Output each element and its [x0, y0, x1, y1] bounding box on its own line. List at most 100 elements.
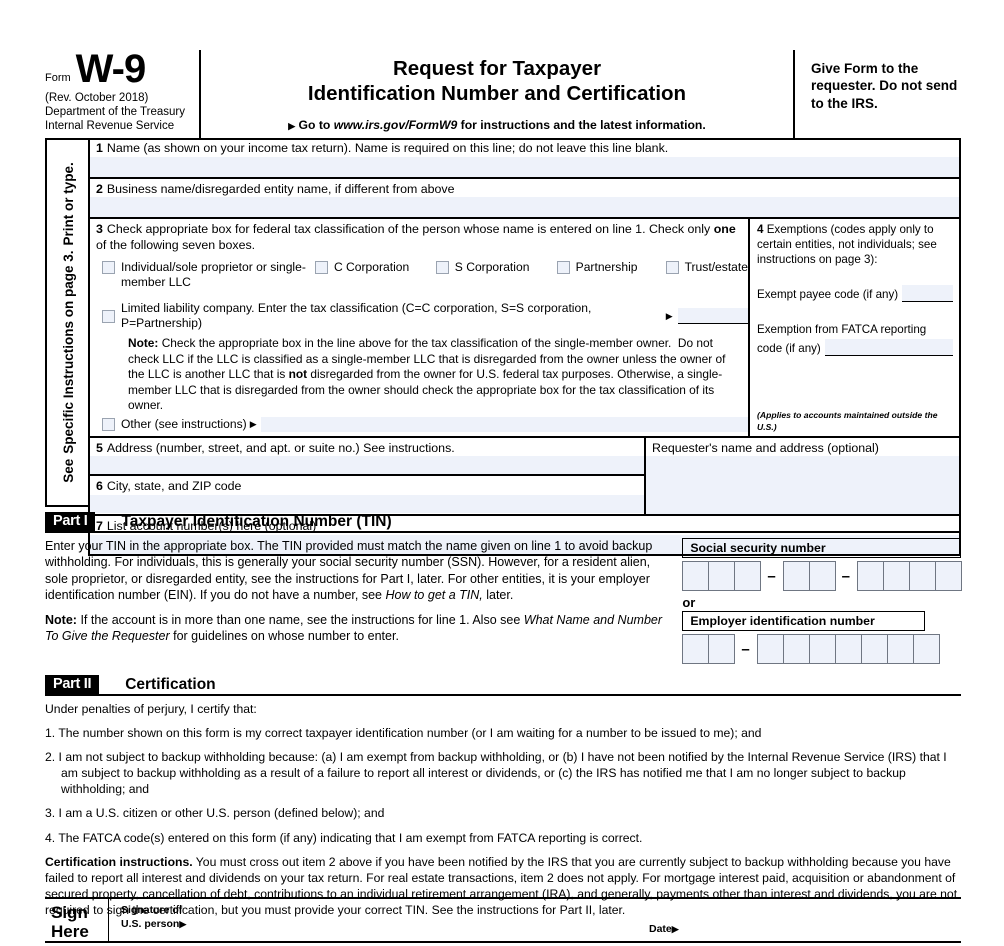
checkbox-llc-box[interactable]: [102, 310, 115, 324]
header-title-block: Request for Taxpayer Identification Numb…: [201, 50, 795, 138]
fatca-label-line2: code (if any): [757, 342, 821, 356]
irs-line: Internal Revenue Service: [45, 120, 175, 133]
ein-separator: –: [741, 640, 750, 658]
checkbox-other-box[interactable]: [102, 418, 115, 432]
checkbox-partnership-box[interactable]: [556, 261, 570, 274]
sidebar-specific-instructions: Specific Instructions on page 3.: [61, 250, 76, 454]
ssn-cell[interactable]: [734, 561, 762, 591]
form-body: 1 Name (as shown on your income tax retur…: [88, 138, 961, 556]
part-2-tag: Part II: [45, 675, 100, 694]
part-1-section: Part I Taxpayer Identification Number (T…: [45, 512, 962, 664]
checkbox-other-row[interactable]: Other (see instructions) ▶: [90, 414, 748, 434]
line-1-row: 1 Name (as shown on your income tax retur…: [90, 138, 959, 179]
part-1-note: Note: If the account is in more than one…: [45, 613, 663, 644]
line-1-label: Name (as shown on your income tax return…: [106, 141, 669, 155]
checkbox-s-corporation-box[interactable]: [435, 261, 449, 274]
checkbox-individual-box[interactable]: [102, 261, 115, 274]
checkbox-individual-label: Individual/sole proprietor or single-mem…: [121, 260, 306, 290]
sign-here-tag: Sign Here: [45, 899, 109, 941]
checkbox-s-corporation[interactable]: S Corporation: [435, 260, 557, 275]
checkbox-trust-estate-label: Trust/estate: [684, 260, 748, 274]
ein-cell[interactable]: [708, 634, 736, 664]
part-1-instructions: Enter your TIN in the appropriate box. T…: [45, 538, 670, 664]
sign-here-section: Sign Here Signature of U.S. person▶ Date…: [45, 897, 961, 943]
ssn-cell[interactable]: [682, 561, 710, 591]
form-title-line2: Identification Number and Certification: [307, 82, 687, 105]
ein-cell[interactable]: [808, 634, 836, 664]
certification-item: 4. The FATCA code(s) entered on this for…: [45, 830, 643, 845]
ssn-cell[interactable]: [708, 561, 736, 591]
ssn-cell[interactable]: [883, 561, 910, 591]
ein-cell[interactable]: [860, 634, 888, 664]
line-3-note-text: Check the appropriate box in the line ab…: [128, 336, 726, 413]
part-1-body: Enter your TIN in the appropriate box. T…: [45, 538, 962, 664]
form-header: Form W-9 (Rev. October 2018) Department …: [45, 49, 961, 140]
checkbox-trust-estate[interactable]: Trust/estate: [665, 260, 748, 275]
line-4-number: 4: [757, 223, 764, 236]
requester-block: Requester's name and address (optional): [646, 438, 959, 515]
treasury-line: Department of the Treasury: [45, 106, 185, 119]
ein-cell[interactable]: [912, 634, 940, 664]
part-1-title: Taxpayer Identification Number (TIN): [121, 512, 392, 530]
fatca-label-line1: Exemption from FATCA reporting: [757, 323, 927, 337]
checkbox-llc-label: Limited liability company. Enter the tax…: [121, 301, 592, 331]
ein-cell[interactable]: [682, 634, 710, 664]
checkbox-individual[interactable]: Individual/sole proprietor or single-mem…: [102, 260, 315, 290]
requester-address-input[interactable]: [646, 456, 959, 515]
line-4-label: Exemptions (codes apply only to certain …: [757, 223, 937, 267]
goto-suffix: for instructions and the latest informat…: [460, 118, 706, 132]
line-3-number: 3: [96, 222, 103, 236]
line-6-city-state-zip-input[interactable]: [90, 494, 644, 513]
requester-label: Requester's name and address (optional): [652, 440, 879, 455]
ssn-cell[interactable]: [909, 561, 936, 591]
llc-classification-input[interactable]: [677, 308, 748, 325]
line-6-label-wrap: 6 City, state, and ZIP code: [90, 476, 644, 495]
ein-label: Employer identification number: [682, 611, 926, 631]
checkbox-s-corporation-label: S Corporation: [454, 260, 530, 274]
signature-label-line1: Signature of: [121, 904, 183, 916]
goto-prefix: Go to: [298, 118, 331, 132]
checkbox-c-corporation-label: C Corporation: [333, 260, 410, 274]
line-1-name-input[interactable]: [90, 156, 959, 177]
line-5-address-input[interactable]: [90, 456, 644, 475]
ssn-cells[interactable]: – –: [682, 561, 962, 591]
how-to-get-a-tin-italic: How to get a TIN,: [385, 587, 483, 602]
other-classification-input[interactable]: [260, 416, 748, 432]
ein-cell[interactable]: [834, 634, 862, 664]
ein-cell[interactable]: [782, 634, 810, 664]
line-5-label: Address (number, street, and apt. or sui…: [106, 440, 455, 455]
certification-item: 1. The number shown on this form is my c…: [45, 726, 762, 741]
line-3-label: Check appropriate box for federal tax cl…: [96, 222, 736, 252]
line-2-business-name-input[interactable]: [90, 197, 959, 217]
sign-here-line2: Here: [51, 922, 89, 942]
exempt-payee-code-input[interactable]: [902, 285, 953, 303]
line-1-number: 1: [96, 141, 103, 155]
ein-cell[interactable]: [886, 634, 914, 664]
form-word-label: Form: [45, 72, 71, 84]
fatca-code-input[interactable]: [824, 339, 953, 357]
ssn-cell[interactable]: [935, 561, 962, 591]
checkbox-llc-row[interactable]: Limited liability company. Enter the tax…: [90, 290, 748, 331]
give-form-note: Give Form to the requester. Do not send …: [811, 61, 958, 111]
checkbox-c-corporation-box[interactable]: [314, 261, 328, 274]
date-label: Date: [649, 923, 672, 935]
line-6-row: 6 City, state, and ZIP code: [90, 476, 644, 513]
ein-cell[interactable]: [756, 634, 784, 664]
ein-cells[interactable]: –: [682, 634, 961, 664]
tin-entry-block: Social security number – – or Employer i…: [670, 538, 962, 664]
checkbox-partnership[interactable]: Partnership: [556, 260, 666, 275]
checkbox-c-corporation[interactable]: C Corporation: [314, 260, 436, 275]
ssn-cell[interactable]: [808, 561, 836, 591]
ssn-cell[interactable]: [782, 561, 810, 591]
irs-url-link[interactable]: www.irs.gov/FormW9: [334, 118, 457, 132]
part-1-tag: Part I: [45, 512, 96, 531]
checkbox-trust-estate-box[interactable]: [665, 261, 679, 274]
line-2-label: Business name/disregarded entity name, i…: [106, 181, 455, 196]
sidebar-print-or-type: Print or type.: [61, 162, 76, 246]
line-3-and-4-row: 3 Check appropriate box for federal tax c…: [90, 219, 959, 438]
signature-area: Signature of U.S. person▶ Date▶: [109, 899, 961, 941]
w9-form-page: Form W-9 (Rev. October 2018) Department …: [0, 0, 1004, 946]
right-triangle-icon: ▶: [665, 310, 673, 321]
ssn-cell[interactable]: [857, 561, 884, 591]
print-or-type-sidebar: See Specific Instructions on page 3. Pri…: [45, 138, 88, 507]
